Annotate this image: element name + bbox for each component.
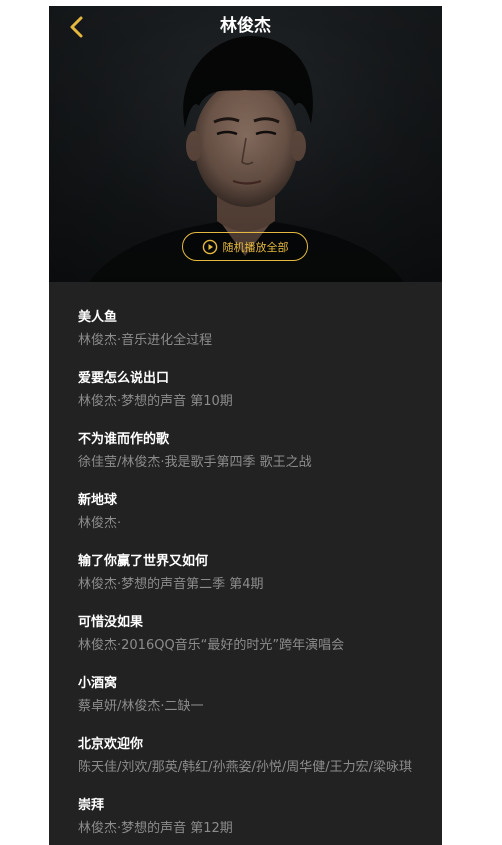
list-item[interactable]: 不为谁而作的歌 徐佳莹/林俊杰·我是歌手第四季 歌王之战 — [49, 428, 442, 489]
play-circle-icon — [202, 239, 217, 254]
song-name: 不为谁而作的歌 — [78, 432, 170, 447]
song-name: 美人鱼 — [78, 310, 118, 325]
song-name: 北京欢迎你 — [78, 737, 144, 752]
page-title: 林俊杰 — [220, 16, 271, 36]
song-name: 可惜没如果 — [78, 615, 144, 630]
song-desc: 林俊杰·梦想的声音第二季 第4期 — [78, 577, 264, 592]
song-name: 输了你赢了世界又如何 — [78, 554, 209, 569]
list-item[interactable]: 小酒窝 蔡卓妍/林俊杰·二缺一 — [49, 672, 442, 733]
list-item[interactable]: 可惜没如果 林俊杰·2016QQ音乐“最好的时光”跨年演唱会 — [49, 611, 442, 672]
song-name: 崇拜 — [78, 798, 105, 813]
song-desc: 林俊杰·音乐进化全过程 — [78, 333, 213, 348]
artist-hero: 林俊杰 随机播放全部 — [49, 6, 442, 282]
song-desc: 陈天佳/刘欢/那英/韩红/孙燕姿/孙悦/周华健/王力宏/梁咏琪 — [78, 760, 413, 775]
list-item[interactable]: 爱要怎么说出口 林俊杰·梦想的声音 第10期 — [49, 367, 442, 428]
shuffle-play-all-label: 随机播放全部 — [222, 240, 289, 254]
song-desc: 蔡卓妍/林俊杰·二缺一 — [78, 699, 204, 714]
list-item[interactable]: 北京欢迎你 陈天佳/刘欢/那英/韩红/孙燕姿/孙悦/周华健/王力宏/梁咏琪 — [49, 733, 442, 794]
song-name: 爱要怎么说出口 — [78, 371, 170, 386]
song-desc: 徐佳莹/林俊杰·我是歌手第四季 歌王之战 — [78, 455, 312, 470]
song-name: 新地球 — [78, 493, 118, 508]
song-list: 美人鱼 林俊杰·音乐进化全过程 爱要怎么说出口 林俊杰·梦想的声音 第10期 不… — [49, 306, 442, 845]
list-item[interactable]: 输了你赢了世界又如何 林俊杰·梦想的声音第二季 第4期 — [49, 550, 442, 611]
song-desc: 林俊杰·梦想的声音 第10期 — [78, 394, 233, 409]
song-desc: 林俊杰· — [78, 516, 122, 531]
song-desc: 林俊杰·2016QQ音乐“最好的时光”跨年演唱会 — [78, 638, 345, 653]
list-item[interactable]: 美人鱼 林俊杰·音乐进化全过程 — [49, 306, 442, 367]
song-name: 小酒窝 — [78, 676, 118, 691]
shuffle-play-all-button[interactable]: 随机播放全部 — [182, 232, 308, 261]
list-item[interactable]: 新地球 林俊杰· — [49, 489, 442, 550]
song-desc: 林俊杰·梦想的声音 第12期 — [78, 821, 233, 836]
singer-detail-page: 林俊杰 随机播放全部 美人鱼 林俊杰·音乐进化全过程 爱要怎么说出口 林俊杰·梦… — [49, 6, 442, 845]
list-item[interactable]: 崇拜 林俊杰·梦想的声音 第12期 — [49, 794, 442, 845]
